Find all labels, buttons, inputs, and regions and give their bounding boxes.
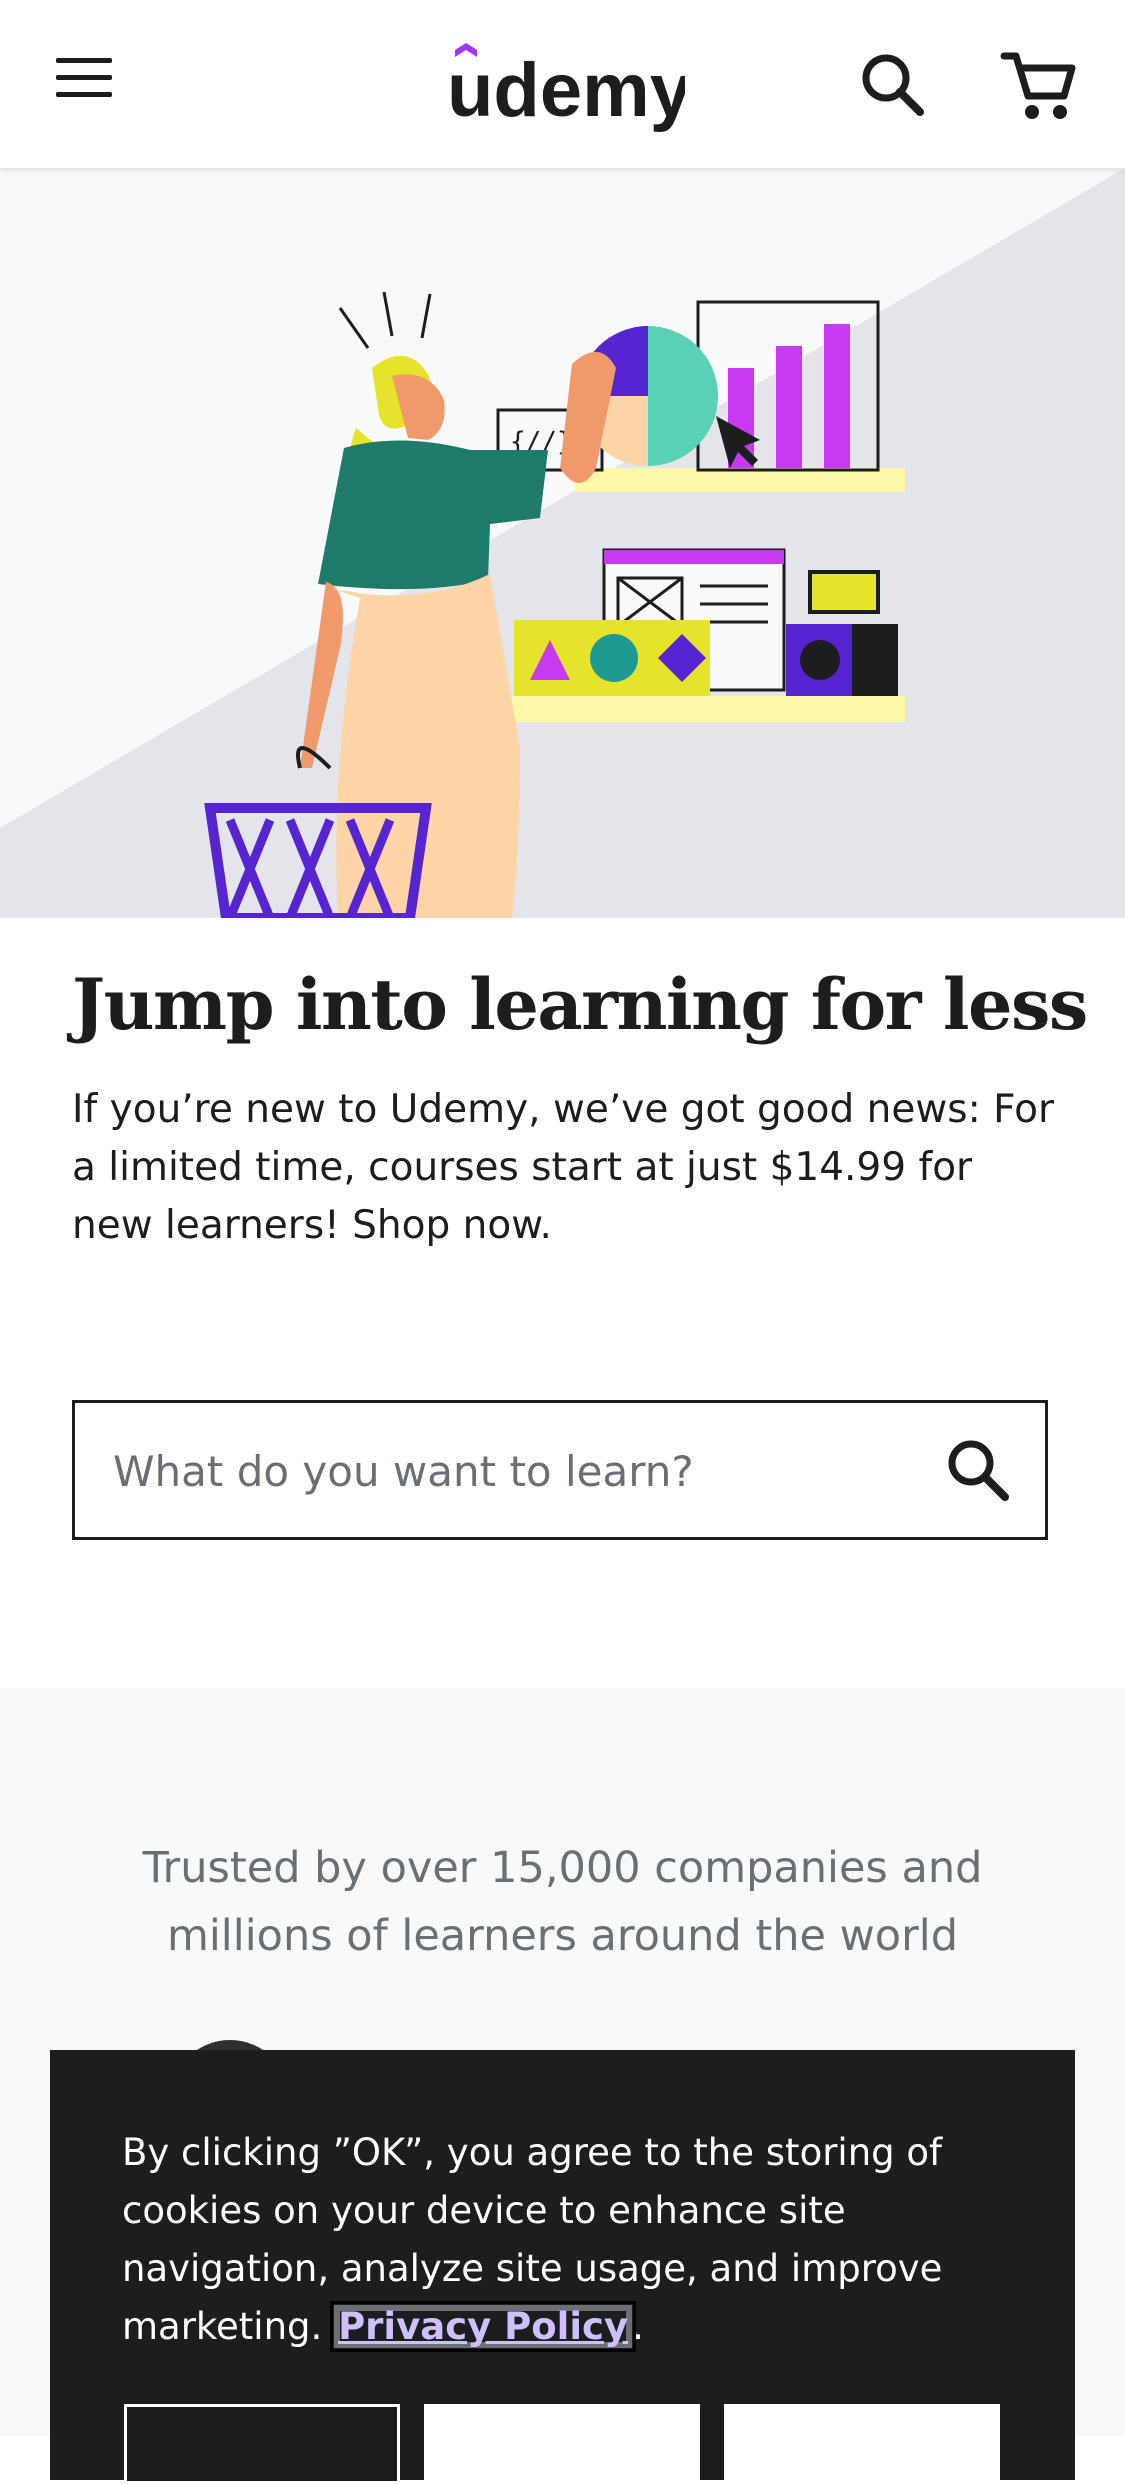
page-title: Jump into learning for less [72, 963, 1088, 1046]
cookie-settings-button[interactable] [124, 2404, 400, 2484]
hamburger-menu-icon[interactable] [50, 58, 118, 110]
trusted-by-text: Trusted by over 15,000 companies and mil… [142, 1843, 983, 1961]
hero-illustration: {//} [0, 168, 1125, 918]
course-search-form [72, 1400, 1048, 1540]
search-submit-icon[interactable] [945, 1437, 1011, 1503]
cookie-consent-banner: By clicking ”OK”, you agree to the stori… [50, 2050, 1075, 2484]
cookie-consent-text: By clicking ”OK”, you agree to the stori… [122, 2124, 1022, 2356]
shopping-cart-icon[interactable] [998, 48, 1078, 124]
privacy-policy-link[interactable]: Privacy Policy [330, 2301, 637, 2352]
top-header: udemy [0, 0, 1125, 168]
cookie-ok-button[interactable] [724, 2404, 1000, 2484]
search-icon[interactable] [858, 50, 928, 120]
cookie-reject-button[interactable] [424, 2404, 700, 2484]
search-input[interactable] [111, 1403, 935, 1539]
udemy-logo[interactable]: udemy [445, 38, 692, 138]
cookie-text-period: . [632, 2305, 644, 2348]
logo-wordmark: udemy [447, 48, 685, 133]
promo-description: If you’re new to Udemy, we’ve got good n… [72, 1087, 1055, 1248]
